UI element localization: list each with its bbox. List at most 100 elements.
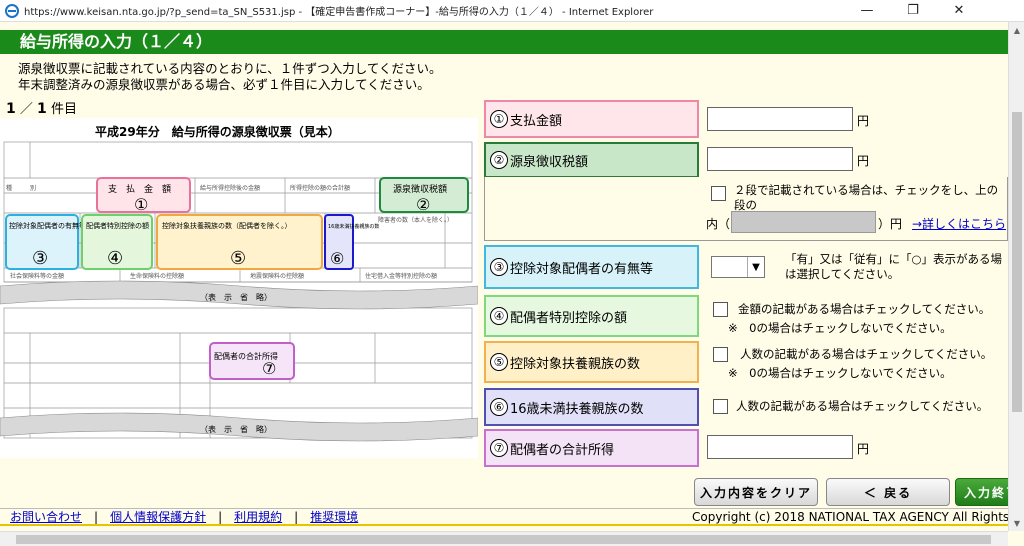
row6-label: 16歳未満扶養親族の数	[510, 401, 644, 417]
slip-spouse-label: 控除対象配偶者の有無等	[9, 221, 86, 230]
recommended-env-link[interactable]: 推奨環境	[310, 508, 358, 525]
scroll-up-icon[interactable]: ▲	[1009, 22, 1024, 38]
row6-number: ⑥	[490, 398, 508, 416]
spouse-special-note-line2: ※ 0の場合はチェックしないでください。	[728, 321, 952, 335]
slip-dependents-label: 控除対象扶養親族の数（配偶者を除く。）	[162, 221, 292, 230]
dependents-note: 人数の記載がある場合はチェックしてください。 ※ 0の場合はチェックしないでくだ…	[728, 347, 1008, 381]
vertical-scrollbar[interactable]: ▲ ▼	[1008, 22, 1024, 531]
count-suffix: 件目	[50, 102, 77, 117]
row4-label: 配偶者特別控除の額	[510, 310, 628, 326]
slip-label-shotoku: 所得控除の額の合計額	[290, 184, 350, 192]
spouse-status-note-line1: 「有」又は「従有」に「○」表示がある場	[785, 252, 1003, 266]
under16-note-line1: 人数の記載がある場合はチェックしてください。	[736, 399, 989, 413]
spouse-status-select[interactable]: ▼	[711, 256, 765, 278]
withholding-tax-unit: 円	[857, 154, 870, 168]
slip-label-shogai: 障害者の数（本人を除く。）	[378, 216, 453, 224]
inner-amount-unit: ）円	[878, 217, 903, 231]
row7-label: 配偶者の合計所得	[510, 442, 615, 458]
row-spouse-special-deduction: ④ 配偶者特別控除の額	[484, 295, 699, 337]
footer-sep-3: |	[294, 509, 299, 524]
dependents-note-line1: 人数の記載がある場合はチェックしてください。	[740, 347, 993, 361]
row1-number: ①	[490, 110, 508, 128]
intro-line-2: 年末調整済みの源泉徴収票がある場合、必ず１件目に入力してください。	[18, 77, 430, 92]
slip-label-kind: 種 別	[6, 184, 36, 192]
marker-4: ④	[107, 248, 123, 269]
row3-label: 控除対象配偶者の有無等	[510, 261, 654, 277]
row1-label: 支払金額	[510, 113, 563, 129]
row4-number: ④	[490, 307, 508, 325]
contact-link[interactable]: お問い合わせ	[10, 508, 82, 525]
row5-label: 控除対象扶養親族の数	[510, 356, 641, 372]
window-title: https://www.keisan.nta.go.jp/?p_send=ta_…	[24, 7, 654, 18]
slip-payment-label: 支 払 金 額	[108, 183, 171, 195]
row7-number: ⑦	[490, 439, 508, 457]
slip-tax-label: 源泉徴収税額	[393, 183, 447, 195]
spouse-special-note: 金額の記載がある場合はチェックしてください。 ※ 0の場合はチェックしないでくだ…	[728, 302, 1008, 336]
slip-label-shakai: 社会保険料等の金額	[10, 272, 64, 280]
count-total: 1	[37, 101, 47, 117]
spouse-special-note-line1: 金額の記載がある場合はチェックしてください。	[738, 302, 991, 316]
footer-sep-2: |	[218, 509, 223, 524]
finish-input-label: 入力終了	[964, 485, 1014, 500]
row-spouse-status: ③ 控除対象配偶者の有無等	[484, 245, 699, 289]
privacy-link[interactable]: 個人情報保護方針	[110, 508, 206, 525]
withholding-tax-input[interactable]	[707, 147, 853, 171]
under16-note: 人数の記載がある場合はチェックしてください。	[736, 399, 1008, 414]
marker-6: ⑥	[330, 249, 344, 268]
under16-checkbox[interactable]	[713, 399, 728, 414]
payment-amount-input[interactable]	[707, 107, 853, 131]
spouse-income-input[interactable]	[707, 435, 853, 459]
slip-spouse-special-label: 配偶者特別控除の額	[86, 221, 149, 230]
back-button[interactable]: ＜ 戻る	[826, 478, 950, 506]
terms-link[interactable]: 利用規約	[234, 508, 282, 525]
hscroll-thumb[interactable]	[16, 535, 991, 544]
spouse-special-checkbox[interactable]	[713, 302, 728, 317]
marker-5: ⑤	[230, 248, 246, 269]
row-payment-amount: ① 支払金額	[484, 100, 699, 138]
withholding-slip-sample: 平成29年分 給与所得の源泉徴収票（見本） 種 別 給与所得控除後の金額 所得控…	[0, 118, 478, 458]
scroll-thumb[interactable]	[1012, 112, 1022, 412]
footer: お問い合わせ | 個人情報保護方針 | 利用規約 | 推奨環境 Copyrigh…	[0, 508, 1008, 526]
row2-number: ②	[490, 151, 508, 169]
scroll-down-icon[interactable]: ▼	[1009, 515, 1024, 531]
details-link[interactable]: →詳しくはこちら	[912, 215, 1006, 232]
slip-label-jishin: 地震保険料の控除額	[250, 272, 304, 280]
row-spouse-total-income: ⑦ 配偶者の合計所得	[484, 429, 699, 467]
spouse-status-note: 「有」又は「従有」に「○」表示がある場 は選択してください。	[785, 252, 1007, 282]
row3-number: ③	[490, 258, 508, 276]
internet-explorer-icon	[5, 3, 19, 18]
row2-label: 源泉徴収税額	[510, 154, 589, 170]
close-button[interactable]: ✕	[936, 0, 982, 22]
entry-count: 1 ／ 1 件目	[6, 98, 77, 117]
count-current: 1	[6, 101, 16, 117]
marker-7: ⑦	[262, 359, 276, 378]
chevron-down-icon: ▼	[747, 257, 764, 277]
count-separator: ／	[19, 102, 33, 117]
page-title: 給与所得の入力（１／４）	[0, 30, 1008, 54]
spouse-status-note-line2: は選択してください。	[785, 267, 900, 281]
dependents-note-line2: ※ 0の場合はチェックしないでください。	[728, 366, 952, 380]
row-dependents-count: ⑤ 控除対象扶養親族の数	[484, 341, 699, 383]
restore-button[interactable]: ❐	[890, 0, 936, 22]
marker-2: ②	[416, 195, 430, 214]
two-tier-checkbox[interactable]	[711, 186, 726, 201]
intro-line-1: 源泉徴収票に記載されている内容のとおりに、１件ずつ入力してください。	[18, 61, 442, 76]
copyright: Copyright (c) 2018 NATIONAL TAX AGENCY A…	[692, 510, 1008, 524]
finish-input-button[interactable]: 入力終了	[955, 478, 1015, 506]
slip-omitted-1: （表 示 省 略）	[200, 292, 272, 302]
slip-label-kyuyo: 給与所得控除後の金額	[200, 184, 260, 192]
dependents-checkbox[interactable]	[713, 347, 728, 362]
slip-omitted-2: （表 示 省 略）	[200, 424, 272, 434]
slip-label-seimei: 生命保険料の控除額	[130, 272, 184, 280]
row5-number: ⑤	[490, 353, 508, 371]
slip-label-jutaku: 住宅借入金等特別控除の額	[365, 272, 437, 280]
minimize-button[interactable]: —	[844, 0, 890, 22]
clear-input-button[interactable]: 入力内容をクリア	[694, 478, 818, 506]
horizontal-scrollbar[interactable]	[0, 531, 1008, 546]
marker-3: ③	[32, 248, 48, 269]
payment-amount-unit: 円	[857, 114, 870, 128]
window-titlebar: https://www.keisan.nta.go.jp/?p_send=ta_…	[0, 0, 1024, 22]
spouse-income-unit: 円	[857, 442, 870, 456]
inner-amount-input[interactable]	[731, 211, 876, 233]
slip-title: 平成29年分 給与所得の源泉徴収票（見本）	[95, 124, 340, 139]
